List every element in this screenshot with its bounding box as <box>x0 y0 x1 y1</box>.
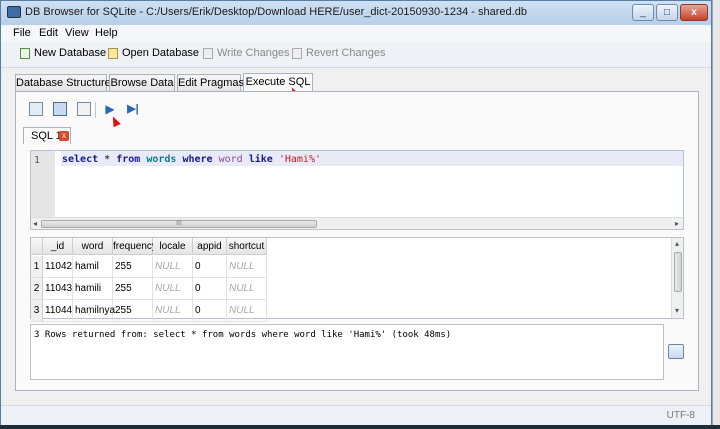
revert-changes-icon <box>292 47 302 59</box>
table-cell[interactable]: 11044 <box>43 300 73 322</box>
revert-changes-label: Revert Changes <box>306 47 386 59</box>
sql-query-text: select * from words where word like 'Ham… <box>62 154 321 165</box>
column-header[interactable]: appid <box>193 238 227 255</box>
sql-keyword-from: from <box>116 154 141 165</box>
maximize-button[interactable]: □ <box>656 4 678 21</box>
table-cell[interactable]: 11043 <box>43 278 73 300</box>
table-cell[interactable]: 255 <box>113 300 153 322</box>
results-vertical-scrollbar[interactable]: ▴ ▾ <box>671 238 683 318</box>
table-cell[interactable]: 0 <box>193 256 227 278</box>
execute-line-icon[interactable]: ▶| <box>126 102 140 116</box>
new-database-label: New Database <box>34 47 107 59</box>
app-window: DB Browser for SQLite - C:/Users/Erik/De… <box>0 0 712 426</box>
sql-table-name: words <box>146 154 177 165</box>
sql-keyword-select: select <box>62 154 99 165</box>
table-cell[interactable]: NULL <box>227 300 267 322</box>
menu-bar: File Edit View Help <box>1 25 711 42</box>
open-sql-file-icon[interactable] <box>53 102 67 116</box>
message-area: 3 Rows returned from: select * from word… <box>30 324 664 380</box>
results-grid[interactable]: _id word frequency locale appid shortcut 1 1104… <box>30 237 684 322</box>
background-window-edge <box>712 0 720 425</box>
row-header[interactable]: 3 <box>31 300 43 322</box>
column-header[interactable]: _id <box>43 238 73 255</box>
open-folder-icon <box>108 47 118 59</box>
save-sql-file-icon[interactable] <box>77 102 91 116</box>
column-header[interactable]: frequency <box>113 238 157 255</box>
table-cell[interactable]: hamilnya <box>73 300 115 322</box>
close-button[interactable]: x <box>680 4 708 21</box>
table-cell[interactable]: NULL <box>227 256 267 278</box>
table-cell[interactable]: 255 <box>113 278 153 300</box>
new-database-icon <box>20 47 30 59</box>
taskbar <box>0 425 720 429</box>
menu-edit[interactable]: Edit <box>39 27 58 39</box>
table-cell[interactable]: 0 <box>193 300 227 322</box>
window-title: DB Browser for SQLite - C:/Users/Erik/De… <box>25 6 527 18</box>
table-cell[interactable]: 11042 <box>43 256 73 278</box>
line-number: 1 <box>34 155 41 166</box>
write-changes-label: Write Changes <box>217 47 290 59</box>
results-scrollbar-thumb[interactable] <box>674 252 682 292</box>
encoding-label: UTF-8 <box>666 410 695 421</box>
line-number-gutter: 1 <box>31 151 55 217</box>
status-bar: UTF-8 <box>1 405 711 425</box>
minimize-button[interactable]: _ <box>632 4 654 21</box>
table-cell[interactable]: NULL <box>153 256 193 278</box>
open-database-button[interactable]: Open Database <box>108 47 199 59</box>
column-header[interactable]: locale <box>153 238 193 255</box>
scroll-left-icon[interactable]: ◂ <box>33 219 37 228</box>
tab-database-structure[interactable]: Database Structure <box>15 74 111 92</box>
scroll-up-icon[interactable]: ▴ <box>675 239 679 248</box>
toolbar-separator <box>95 102 96 118</box>
tab-browse-data[interactable]: Browse Data <box>109 74 175 92</box>
sql-tab-label: SQL 1 <box>31 130 62 142</box>
sql-string-literal: 'Hami%' <box>278 154 321 165</box>
execute-all-icon[interactable]: ▶ <box>103 102 117 116</box>
scroll-right-icon[interactable]: ▸ <box>675 219 679 228</box>
header-corner[interactable] <box>31 238 43 255</box>
table-cell[interactable]: 255 <box>113 256 153 278</box>
table-cell[interactable]: hamili <box>73 278 113 300</box>
open-tab-icon[interactable] <box>29 102 43 116</box>
app-logo-icon <box>7 6 21 18</box>
menu-help[interactable]: Help <box>95 27 118 39</box>
revert-changes-button[interactable]: Revert Changes <box>292 47 386 59</box>
close-tab-icon[interactable]: x <box>59 131 69 141</box>
sql-editor[interactable]: 1 select * from words where word like 'H… <box>30 150 684 230</box>
column-header[interactable]: word <box>73 238 113 255</box>
editor-horizontal-scrollbar[interactable]: ◂ III ▸ <box>31 217 683 229</box>
menu-view[interactable]: View <box>65 27 89 39</box>
menu-file[interactable]: File <box>13 27 31 39</box>
row-header[interactable]: 1 <box>31 256 43 278</box>
tab-edit-pragmas[interactable]: Edit Pragmas <box>177 74 244 92</box>
table-cell[interactable]: NULL <box>153 278 193 300</box>
title-bar[interactable]: DB Browser for SQLite - C:/Users/Erik/De… <box>1 1 711 25</box>
write-changes-button[interactable]: Write Changes <box>203 47 290 59</box>
query-result-message: 3 Rows returned from: select * from word… <box>34 330 452 340</box>
new-database-button[interactable]: New Database <box>20 47 106 59</box>
sql-editor-tab[interactable]: SQL 1 x <box>23 127 71 144</box>
main-toolbar: New Database Open Database Write Changes… <box>1 42 711 68</box>
sql-star: * <box>98 154 117 165</box>
sql-keyword-like: like <box>248 154 273 165</box>
open-database-label: Open Database <box>122 47 200 59</box>
sql-column-name: word <box>218 154 243 165</box>
table-cell[interactable]: hamil <box>73 256 113 278</box>
scroll-down-icon[interactable]: ▾ <box>675 306 679 315</box>
row-header[interactable]: 2 <box>31 278 43 300</box>
table-cell[interactable]: 0 <box>193 278 227 300</box>
sql-keyword-where: where <box>182 154 213 165</box>
scrollbar-thumb[interactable]: III <box>41 220 317 228</box>
write-changes-icon <box>203 47 213 59</box>
table-cell[interactable]: NULL <box>227 278 267 300</box>
message-details-icon[interactable] <box>668 344 684 359</box>
table-cell[interactable]: NULL <box>153 300 193 322</box>
tab-execute-sql[interactable]: Execute SQL <box>243 73 313 92</box>
column-header[interactable]: shortcut <box>227 238 267 255</box>
